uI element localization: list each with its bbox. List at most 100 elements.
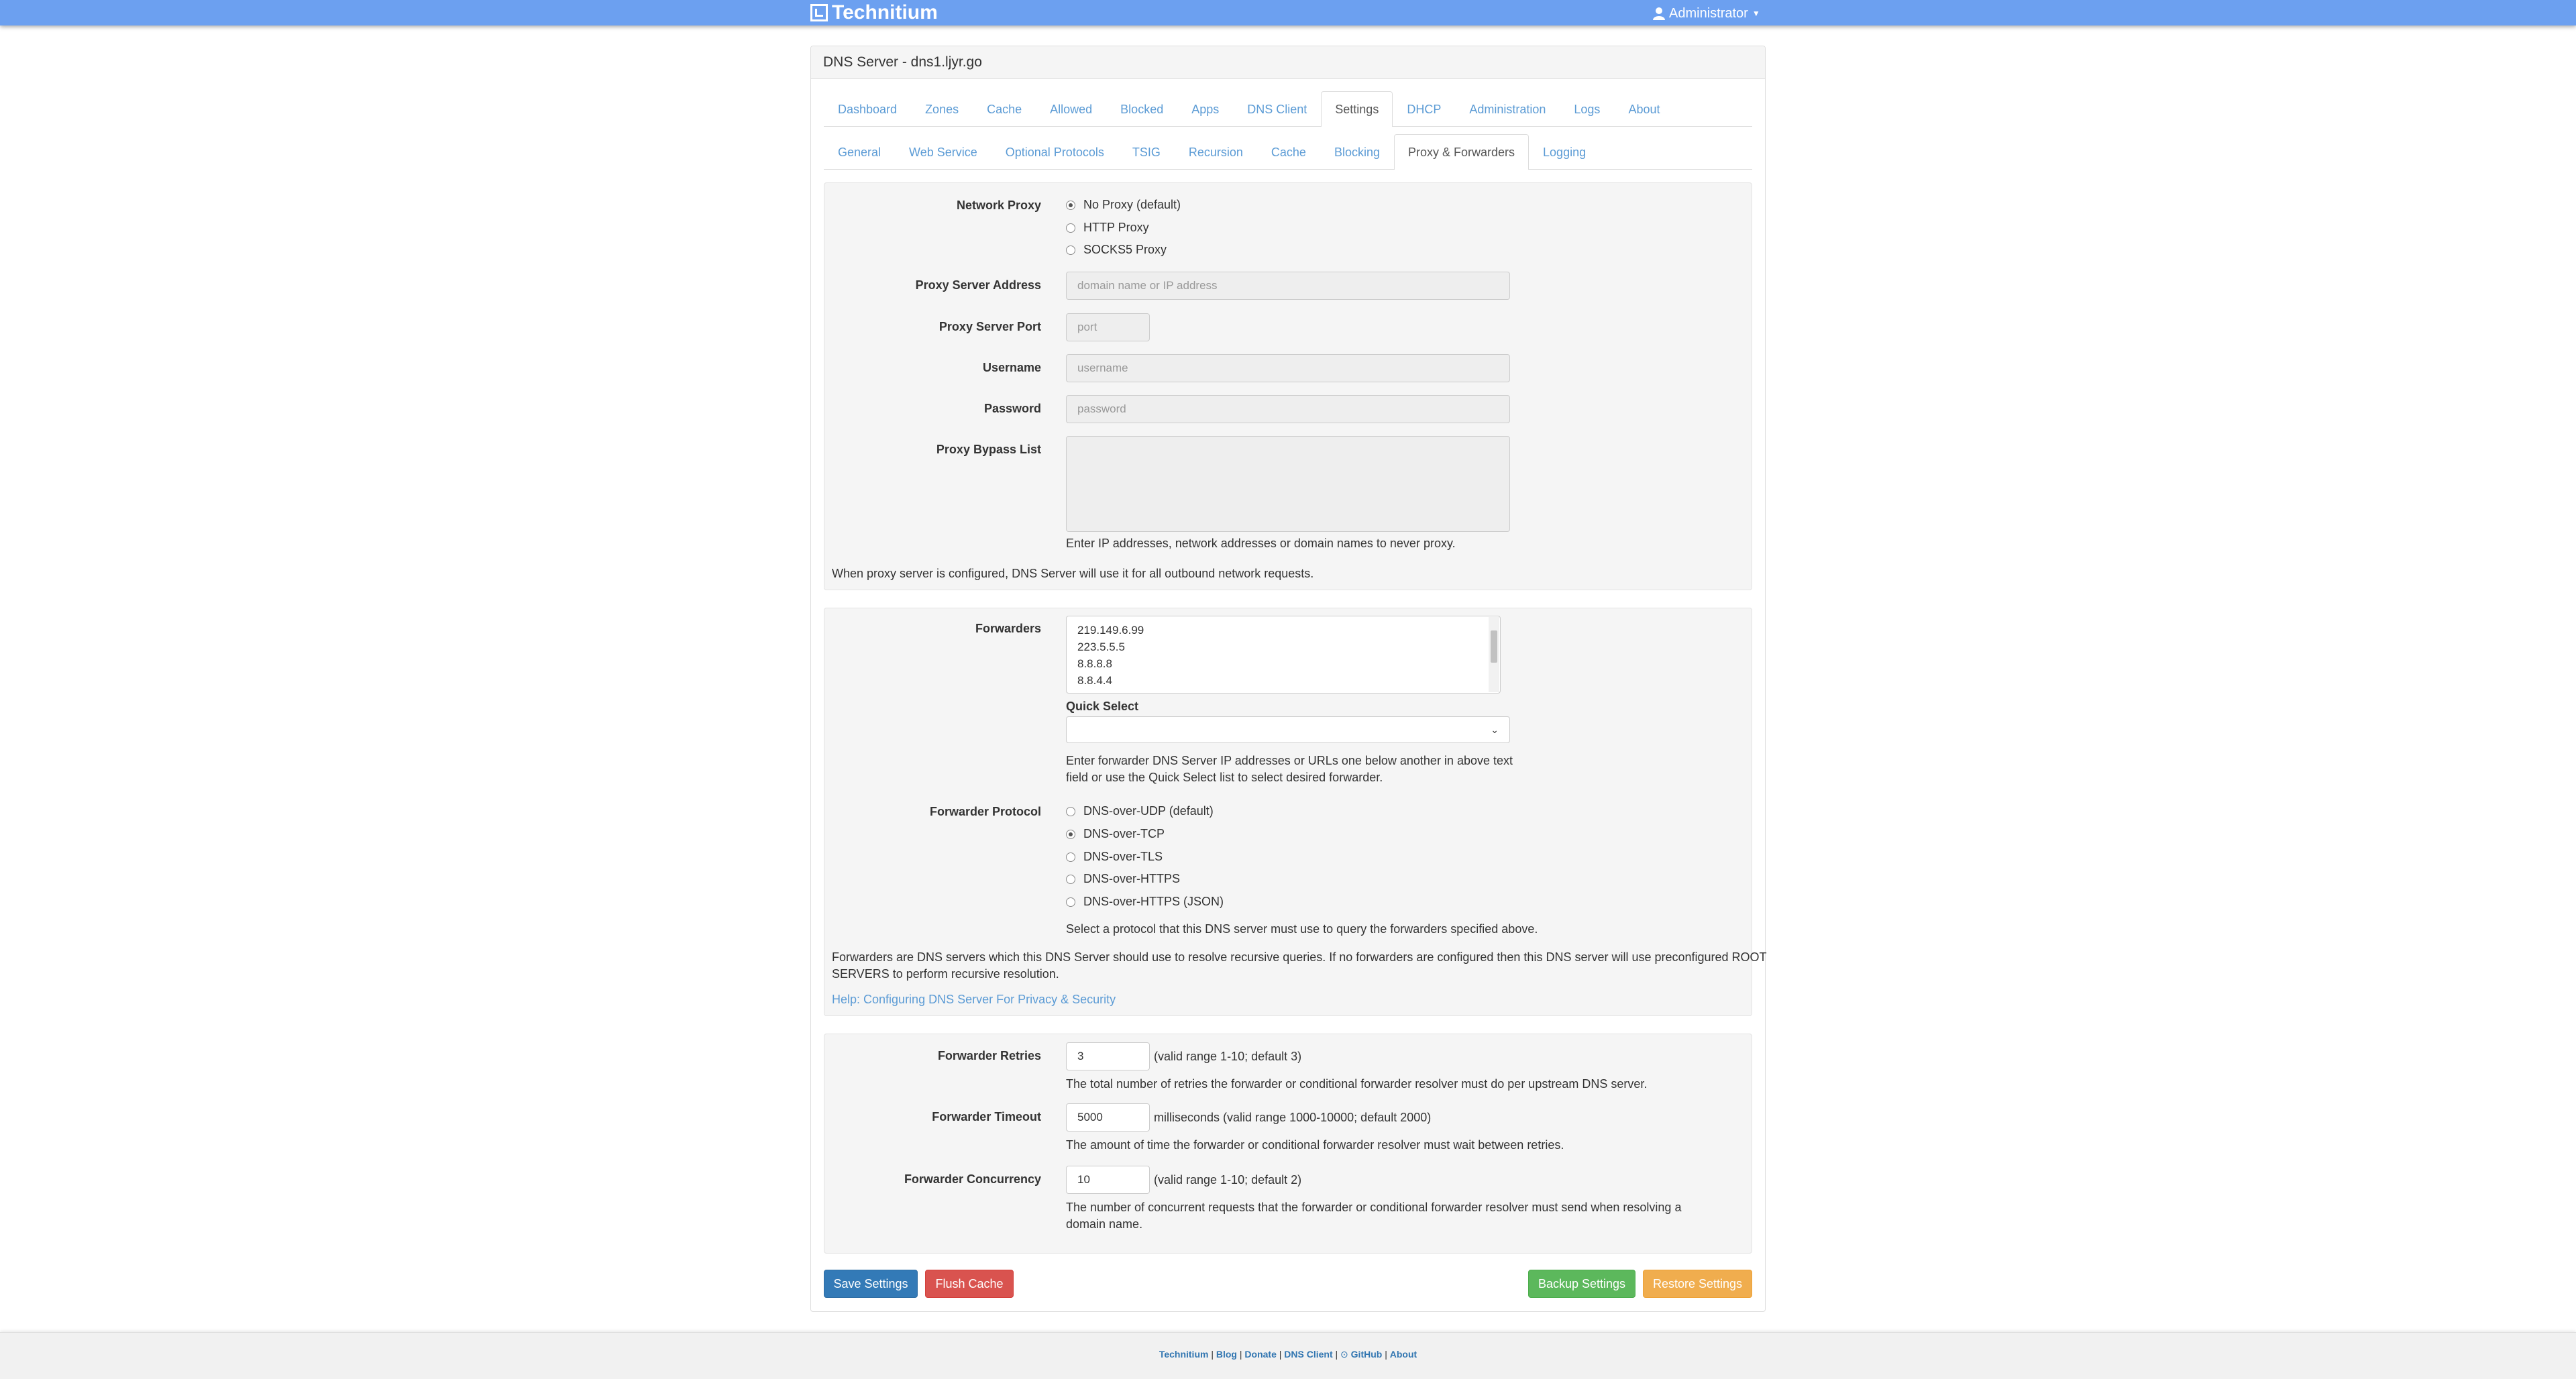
backup-settings-button[interactable]: Backup Settings bbox=[1528, 1270, 1635, 1298]
forwarder-entry: 223.5.5.5 bbox=[1077, 641, 1125, 653]
proxy-option-http[interactable]: HTTP Proxy bbox=[1066, 221, 1149, 235]
protocol-option-https-json[interactable]: DNS-over-HTTPS (JSON) bbox=[1066, 895, 1224, 909]
tab-administration[interactable]: Administration bbox=[1455, 93, 1560, 126]
radio-button[interactable] bbox=[1066, 829, 1075, 839]
password-input[interactable]: password bbox=[1066, 395, 1510, 423]
tab-cache[interactable]: Cache bbox=[973, 93, 1036, 126]
subtab-blocking[interactable]: Blocking bbox=[1320, 135, 1394, 169]
footer-link-github[interactable]: GitHub bbox=[1351, 1349, 1383, 1360]
forwarder-retries-help: The total number of retries the forwarde… bbox=[1066, 1077, 1648, 1091]
subtab-proxy-forwarders[interactable]: Proxy & Forwarders bbox=[1393, 134, 1529, 170]
proxy-option-socks5[interactable]: SOCKS5 Proxy bbox=[1066, 243, 1167, 257]
subtab-logging[interactable]: Logging bbox=[1529, 135, 1600, 169]
forwarder-entry: 8.8.8.8 bbox=[1077, 657, 1112, 670]
tab-dashboard[interactable]: Dashboard bbox=[824, 93, 911, 126]
flush-cache-button[interactable]: Flush Cache bbox=[925, 1270, 1014, 1298]
quick-select-label: Quick Select bbox=[1066, 700, 1139, 713]
forwarder-retries-label: Forwarder Retries bbox=[937, 1049, 1041, 1062]
scrollbar-thumb[interactable] bbox=[1491, 630, 1497, 663]
github-icon: ⊙ bbox=[1340, 1349, 1348, 1360]
technitium-logo-icon bbox=[810, 4, 828, 21]
username-input[interactable]: username bbox=[1066, 354, 1510, 382]
forwarder-concurrency-label: Forwarder Concurrency bbox=[904, 1172, 1041, 1186]
user-menu-label: Administrator bbox=[1669, 5, 1748, 21]
panel-heading: DNS Server - dns1.ljyr.go bbox=[811, 46, 1765, 79]
footer-link-blog[interactable]: Blog bbox=[1216, 1349, 1237, 1360]
footer-link-technitium[interactable]: Technitium bbox=[1159, 1349, 1209, 1360]
radio-button[interactable] bbox=[1066, 897, 1075, 907]
subtab-tsig[interactable]: TSIG bbox=[1118, 135, 1175, 169]
forwarder-timeout-input[interactable]: 5000 bbox=[1066, 1103, 1150, 1132]
radio-button[interactable] bbox=[1066, 223, 1075, 233]
radio-button[interactable] bbox=[1066, 874, 1075, 884]
password-label: Password bbox=[983, 402, 1041, 415]
protocol-option-udp[interactable]: DNS-over-UDP (default) bbox=[1066, 804, 1214, 818]
proxy-bypass-textarea[interactable] bbox=[1066, 436, 1510, 532]
proxy-address-input[interactable]: domain name or IP address bbox=[1066, 272, 1510, 300]
forwarders-help-line1: Enter forwarder DNS Server IP addresses … bbox=[1066, 754, 1513, 767]
subtab-optional-protocols[interactable]: Optional Protocols bbox=[991, 135, 1118, 169]
footer-separator: | bbox=[1335, 1349, 1338, 1360]
protocol-option-https[interactable]: DNS-over-HTTPS bbox=[1066, 872, 1180, 886]
subtab-general[interactable]: General bbox=[824, 135, 895, 169]
proxy-port-input[interactable]: port bbox=[1066, 313, 1150, 341]
quick-select-dropdown[interactable]: ⌄ bbox=[1066, 716, 1510, 743]
username-label: Username bbox=[982, 361, 1041, 374]
tab-about[interactable]: About bbox=[1614, 93, 1674, 126]
radio-button[interactable] bbox=[1066, 200, 1075, 210]
tab-dhcp[interactable]: DHCP bbox=[1393, 93, 1455, 126]
tab-apps[interactable]: Apps bbox=[1177, 93, 1233, 126]
radio-label: DNS-over-UDP (default) bbox=[1083, 804, 1214, 818]
subtab-web-service[interactable]: Web Service bbox=[895, 135, 991, 169]
subtab-recursion[interactable]: Recursion bbox=[1175, 135, 1257, 169]
page-title: DNS Server - dns1.ljyr.go bbox=[823, 54, 982, 70]
brand-name: Technitium bbox=[832, 1, 938, 23]
footer-link-dns-client[interactable]: DNS Client bbox=[1284, 1349, 1332, 1360]
radio-button[interactable] bbox=[1066, 245, 1075, 255]
main-tabs: Dashboard Zones Cache Allowed Blocked Ap… bbox=[824, 91, 1752, 127]
forwarder-concurrency-range: (valid range 1-10; default 2) bbox=[1154, 1173, 1302, 1187]
radio-label: No Proxy (default) bbox=[1083, 198, 1181, 211]
proxy-option-none[interactable]: No Proxy (default) bbox=[1066, 198, 1181, 212]
restore-settings-button[interactable]: Restore Settings bbox=[1643, 1270, 1752, 1298]
proxy-address-label: Proxy Server Address bbox=[915, 278, 1041, 292]
footer-link-donate[interactable]: Donate bbox=[1244, 1349, 1276, 1360]
forwarder-retries-input[interactable]: 3 bbox=[1066, 1042, 1150, 1070]
tab-allowed[interactable]: Allowed bbox=[1036, 93, 1106, 126]
forwarder-timeout-label: Forwarder Timeout bbox=[932, 1110, 1041, 1123]
proxy-bypass-label: Proxy Bypass List bbox=[936, 443, 1041, 456]
forwarders-note-line1: Forwarders are DNS servers which this DN… bbox=[832, 950, 1767, 964]
forwarders-textarea[interactable]: 219.149.6.99 223.5.5.5 8.8.8.8 8.8.4.4 bbox=[1066, 616, 1501, 694]
footer-separator: | bbox=[1279, 1349, 1282, 1360]
footer-separator: | bbox=[1239, 1349, 1242, 1360]
brand-link[interactable]: Technitium bbox=[810, 1, 938, 24]
tab-logs[interactable]: Logs bbox=[1560, 93, 1614, 126]
subtab-cache[interactable]: Cache bbox=[1257, 135, 1320, 169]
forwarder-concurrency-help-line2: domain name. bbox=[1066, 1217, 1143, 1231]
radio-button[interactable] bbox=[1066, 852, 1075, 862]
settings-subtabs: General Web Service Optional Protocols T… bbox=[824, 134, 1752, 170]
radio-label: SOCKS5 Proxy bbox=[1083, 243, 1167, 256]
privacy-help-link[interactable]: Help: Configuring DNS Server For Privacy… bbox=[832, 991, 1116, 1008]
footer: Technitium | Blog | Donate | DNS Client … bbox=[0, 1332, 2576, 1379]
forwarder-concurrency-input[interactable]: 10 bbox=[1066, 1166, 1150, 1194]
forwarder-timeout-range: milliseconds (valid range 1000-10000; de… bbox=[1154, 1111, 1432, 1124]
forwarders-note-line2: SERVERS to perform recursive resolution. bbox=[832, 967, 1059, 981]
tab-dns-client[interactable]: DNS Client bbox=[1233, 93, 1321, 126]
forwarder-timeout-help: The amount of time the forwarder or cond… bbox=[1066, 1138, 1564, 1152]
proxy-port-label: Proxy Server Port bbox=[938, 320, 1041, 333]
footer-link-about[interactable]: About bbox=[1390, 1349, 1417, 1360]
protocol-option-tls[interactable]: DNS-over-TLS bbox=[1066, 850, 1163, 864]
forwarders-scrollbar[interactable] bbox=[1489, 617, 1499, 692]
save-settings-button[interactable]: Save Settings bbox=[824, 1270, 918, 1298]
radio-button[interactable] bbox=[1066, 806, 1075, 816]
tab-zones[interactable]: Zones bbox=[911, 93, 973, 126]
top-navbar: Technitium Administrator ▼ bbox=[0, 0, 2576, 25]
tab-settings[interactable]: Settings bbox=[1321, 91, 1393, 127]
user-menu-dropdown[interactable]: Administrator ▼ bbox=[1653, 4, 1760, 23]
radio-label: DNS-over-HTTPS (JSON) bbox=[1083, 895, 1224, 908]
forwarders-help-line2: field or use the Quick Select list to se… bbox=[1066, 771, 1383, 784]
forwarder-protocol-label: Forwarder Protocol bbox=[929, 805, 1041, 818]
protocol-option-tcp[interactable]: DNS-over-TCP bbox=[1066, 827, 1165, 841]
tab-blocked[interactable]: Blocked bbox=[1106, 93, 1177, 126]
